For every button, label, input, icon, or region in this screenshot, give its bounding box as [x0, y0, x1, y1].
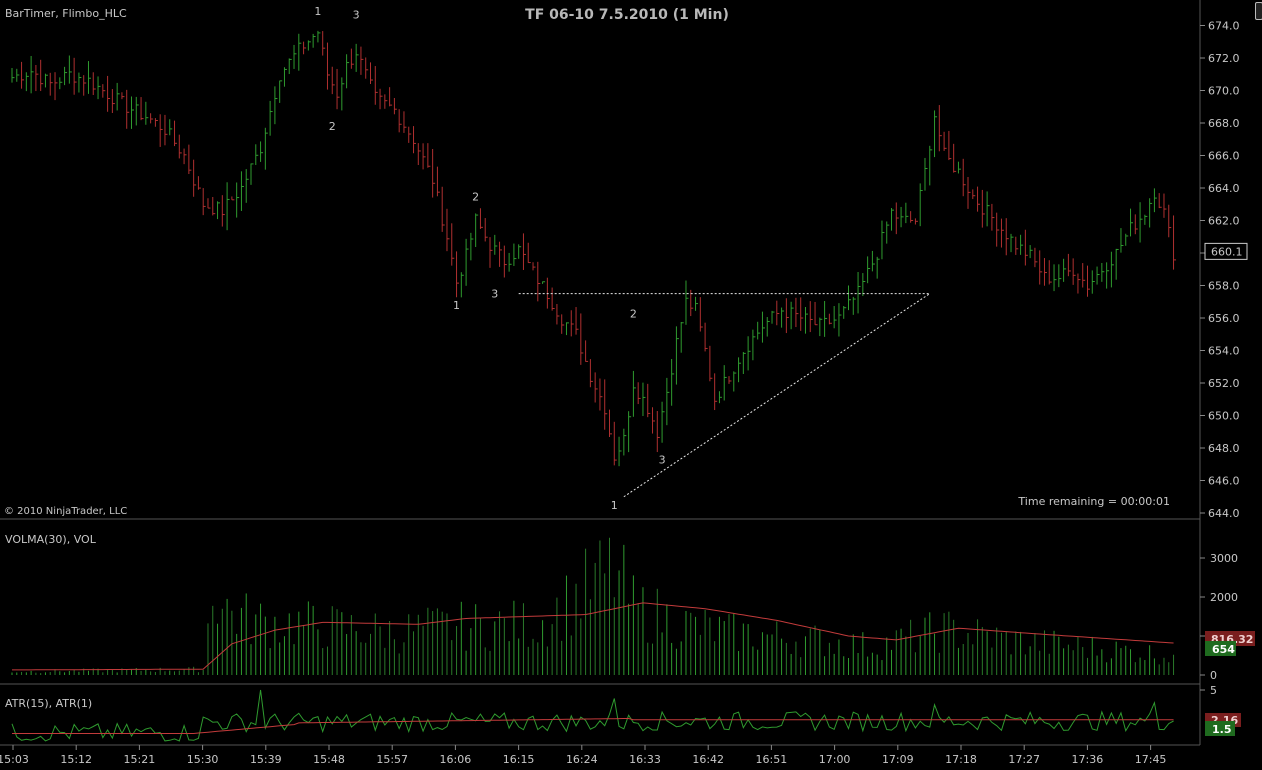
panel-menu-button[interactable]: [1255, 2, 1262, 20]
price-tick-label: 658.0: [1208, 280, 1240, 293]
time-tick-label: 15:30: [187, 753, 219, 766]
price-tick-label: 664.0: [1208, 182, 1240, 195]
chart-title: TF 06-10 7.5.2010 (1 Min): [525, 7, 729, 23]
time-tick-label: 17:09: [882, 753, 914, 766]
time-tick-label: 17:27: [1008, 753, 1040, 766]
time-tick-label: 16:24: [566, 753, 598, 766]
time-tick-label: 15:03: [0, 753, 29, 766]
wave-label: 3: [353, 8, 360, 21]
atr1-value-label: 1.5: [1212, 723, 1232, 736]
time-tick-label: 15:21: [124, 753, 156, 766]
wave-label: 3: [659, 453, 666, 466]
price-tick-label: 674.0: [1208, 20, 1240, 33]
time-tick-label: 16:33: [629, 753, 661, 766]
time-tick-label: 16:51: [756, 753, 788, 766]
volume-tick-label: 0: [1210, 669, 1217, 682]
atr-panel-label: ATR(15), ATR(1): [5, 697, 92, 710]
wave-label: 1: [453, 299, 460, 312]
copyright: © 2010 NinjaTrader, LLC: [4, 506, 127, 517]
time-tick-label: 16:06: [440, 753, 472, 766]
time-tick-label: 17:00: [819, 753, 851, 766]
wave-label: 2: [472, 190, 479, 203]
time-tick-label: 16:42: [692, 753, 724, 766]
price-tick-label: 670.0: [1208, 85, 1240, 98]
wave-label: 2: [329, 120, 336, 133]
volume-panel-label: VOLMA(30), VOL: [5, 533, 97, 546]
volume-tick-label: 2000: [1210, 591, 1238, 604]
wave-label: 2: [630, 307, 637, 320]
price-tick-label: 662.0: [1208, 215, 1240, 228]
price-tick-label: 650.0: [1208, 410, 1240, 423]
time-tick-label: 16:15: [503, 753, 535, 766]
wave-label: 3: [491, 288, 498, 301]
atr-tick-label: 5: [1210, 684, 1217, 697]
price-tick-label: 652.0: [1208, 377, 1240, 390]
wave-label: 1: [314, 5, 321, 18]
time-tick-label: 17:36: [1072, 753, 1104, 766]
indicator-label: BarTimer, Flimbo_HLC: [5, 7, 127, 20]
time-tick-label: 15:57: [376, 753, 408, 766]
time-tick-label: 15:48: [313, 753, 345, 766]
price-tick-label: 666.0: [1208, 150, 1240, 163]
price-tick-label: 648.0: [1208, 442, 1240, 455]
price-tick-label: 672.0: [1208, 52, 1240, 65]
price-tick-label: 646.0: [1208, 475, 1240, 488]
price-tick-label: 656.0: [1208, 312, 1240, 325]
time-remaining: Time remaining = 00:00:01: [1017, 495, 1170, 508]
time-tick-label: 17:45: [1135, 753, 1167, 766]
time-tick-label: 15:39: [250, 753, 282, 766]
price-tick-label: 668.0: [1208, 117, 1240, 130]
volume-tick-label: 3000: [1210, 552, 1238, 565]
time-tick-label: 17:18: [945, 753, 977, 766]
price-tick-label: 654.0: [1208, 345, 1240, 358]
vol-value-label: 654: [1212, 643, 1235, 656]
last-price-label: 660.1: [1211, 245, 1243, 258]
chart-canvas: 1 2 3 1 2 3 1 2 3 674.0 672.0 670.0 668.0 666.0 664.0…: [0, 0, 1262, 770]
wave-label: 1: [611, 499, 618, 512]
price-tick-label: 644.0: [1208, 507, 1240, 520]
time-tick-label: 15:12: [60, 753, 92, 766]
